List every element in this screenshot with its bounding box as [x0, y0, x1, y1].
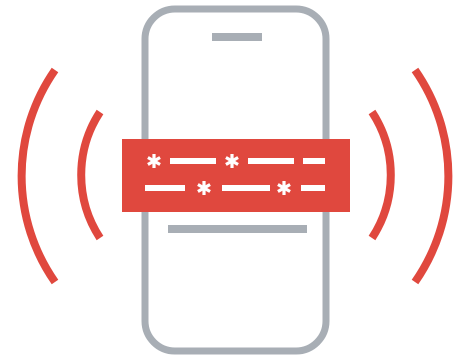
wave-right-inner: [368, 109, 395, 241]
dash-mark: [145, 185, 185, 191]
illustration-canvas: [0, 0, 470, 361]
masked-code-band: [122, 139, 350, 212]
dash-mark: [222, 185, 270, 191]
masked-code-banner: [122, 139, 350, 212]
wave-left-inner: [77, 109, 104, 241]
signal-waves-left-icon: [17, 67, 104, 285]
signal-waves-right-icon: [368, 67, 453, 285]
dash-mark: [170, 158, 216, 164]
wave-right-outer: [411, 67, 453, 285]
dash-mark: [301, 185, 325, 191]
dash-mark: [248, 158, 294, 164]
dash-mark: [303, 158, 325, 164]
wave-left-outer: [17, 67, 59, 285]
phone-masked-code-icon: [17, 5, 453, 355]
